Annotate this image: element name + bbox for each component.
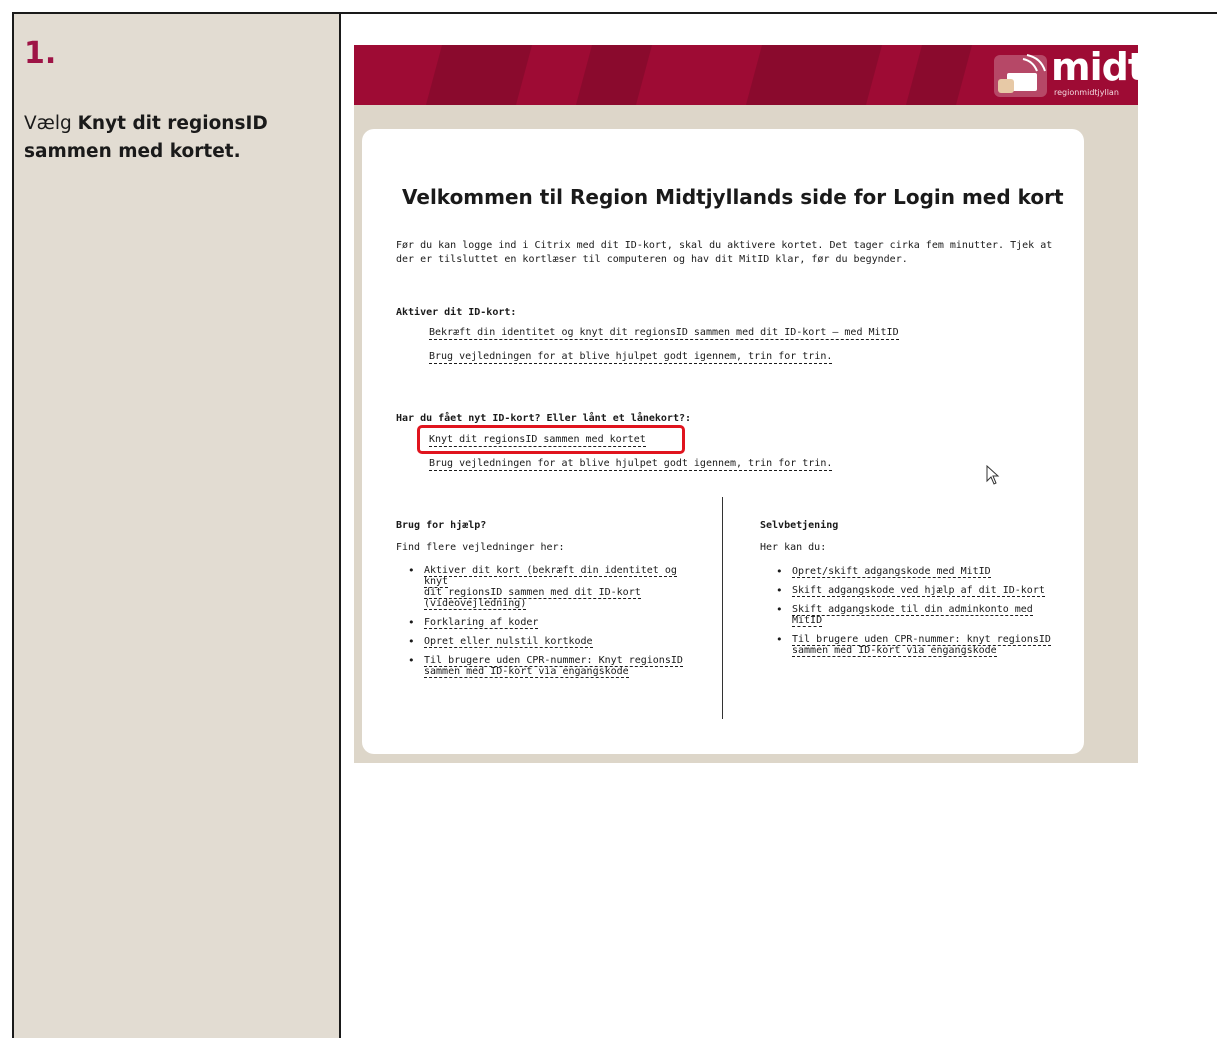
link-activate-guide[interactable]: Brug vejledningen for at blive hjulpet g…: [429, 351, 833, 364]
card-reader-logo-icon: [994, 54, 1047, 97]
step-number: 1.: [24, 36, 57, 71]
list-item[interactable]: Forklaring af koder: [404, 617, 704, 629]
content-card: Velkommen til Region Midtjyllands side f…: [362, 129, 1084, 754]
instruction-column: 1. Vælg Knyt dit regionsID sammen med ko…: [14, 14, 341, 1038]
logo-subtext: regionmidtjyllan: [1054, 88, 1119, 97]
header-banner: midt regionmidtjyllan: [354, 45, 1138, 105]
link-new-card-guide[interactable]: Brug vejledningen for at blive hjulpet g…: [429, 458, 833, 471]
screenshot-area: midt regionmidtjyllan Velkommen til Regi…: [354, 45, 1138, 763]
mouse-pointer-icon: [986, 465, 1000, 485]
activate-section-title: Aktiver dit ID-kort:: [396, 307, 517, 318]
instruction-text: Vælg Knyt dit regionsID sammen med korte…: [24, 110, 324, 166]
help-section-title: Brug for hjælp?: [396, 520, 487, 531]
list-item[interactable]: Til brugere uden CPR-nummer: Knyt region…: [404, 655, 704, 678]
link-link-regionsid-card[interactable]: Knyt dit regionsID sammen med kortet: [429, 434, 646, 447]
banner-shape: [575, 45, 653, 105]
help-links-list: Aktiver dit kort (bekræft din identitet …: [404, 565, 704, 685]
self-service-subtitle: Her kan du:: [760, 542, 827, 553]
list-item[interactable]: Skift adgangskode ved hjælp af dit ID-ko…: [772, 585, 1072, 597]
list-item[interactable]: Skift adgangskode til din adminkonto med…: [772, 604, 1072, 627]
banner-shape: [745, 45, 883, 105]
list-item[interactable]: Til brugere uden CPR-nummer: knyt region…: [772, 634, 1072, 657]
list-item[interactable]: Opret eller nulstil kortkode: [404, 636, 704, 648]
intro-text: Før du kan logge ind i Citrix med dit ID…: [396, 240, 1053, 265]
link-confirm-identity-mitid[interactable]: Bekræft din identitet og knyt dit region…: [429, 327, 899, 340]
banner-shape: [425, 45, 533, 105]
column-divider: [722, 497, 723, 719]
banner-shape: [905, 45, 973, 105]
self-service-links-list: Opret/skift adgangskode med MitID Skift …: [772, 566, 1072, 664]
help-subtitle: Find flere vejledninger her:: [396, 542, 565, 553]
new-card-section-title: Har du fået nyt ID-kort? Eller lånt et l…: [396, 413, 692, 424]
page-title: Velkommen til Region Midtjyllands side f…: [402, 185, 1064, 209]
instruction-prefix: Vælg: [24, 113, 78, 134]
list-item[interactable]: Opret/skift adgangskode med MitID: [772, 566, 1072, 578]
logo-wordmark: midt: [1051, 45, 1138, 89]
self-service-section-title: Selvbetjening: [760, 520, 839, 531]
list-item[interactable]: Aktiver dit kort (bekræft din identitet …: [404, 565, 704, 610]
